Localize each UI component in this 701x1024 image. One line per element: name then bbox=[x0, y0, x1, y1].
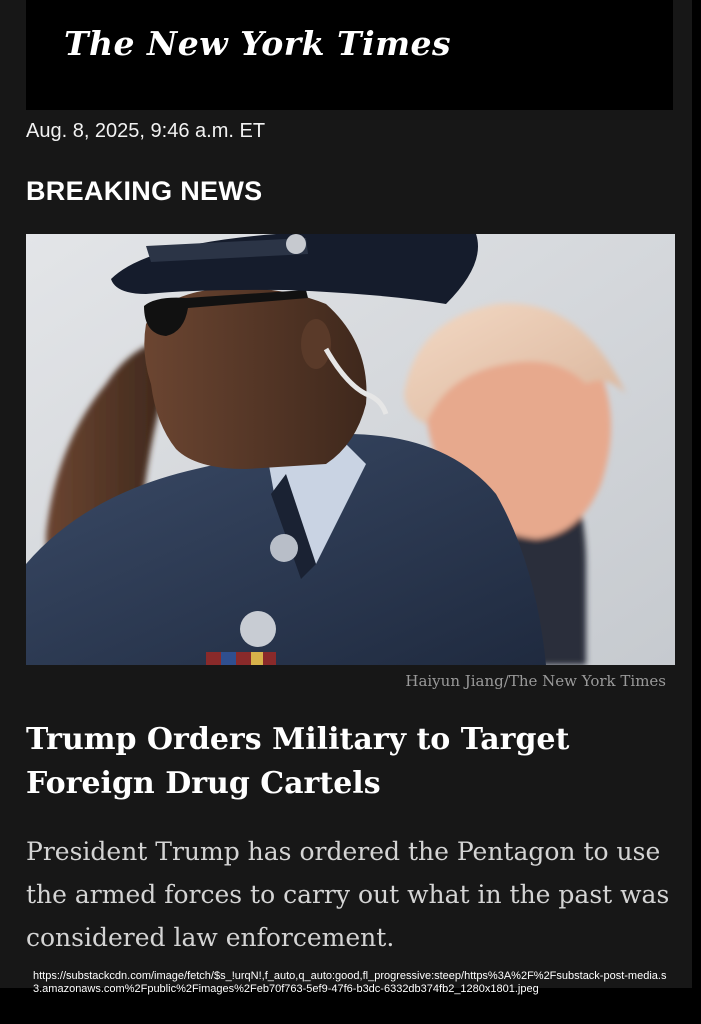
article-photo-illustration bbox=[26, 234, 675, 665]
newsletter-email: The New York Times Aug. 8, 2025, 9:46 a.… bbox=[0, 0, 692, 988]
article-photo[interactable] bbox=[26, 234, 675, 665]
masthead[interactable]: The New York Times bbox=[26, 0, 673, 110]
article-headline[interactable]: Trump Orders Military to Target Foreign … bbox=[26, 718, 666, 806]
dateline: Aug. 8, 2025, 9:46 a.m. ET bbox=[26, 120, 266, 142]
article-summary: President Trump has ordered the Pentagon… bbox=[26, 837, 670, 952]
photo-credit: Haiyun Jiang/The New York Times bbox=[405, 672, 666, 690]
source-url: https://substackcdn.com/image/fetch/$s_!… bbox=[33, 970, 667, 995]
breaking-news-label: BREAKING NEWS bbox=[26, 176, 263, 206]
nyt-logo[interactable]: The New York Times bbox=[64, 24, 451, 63]
screenshot-frame: The New York Times Aug. 8, 2025, 9:46 a.… bbox=[0, 0, 701, 1024]
